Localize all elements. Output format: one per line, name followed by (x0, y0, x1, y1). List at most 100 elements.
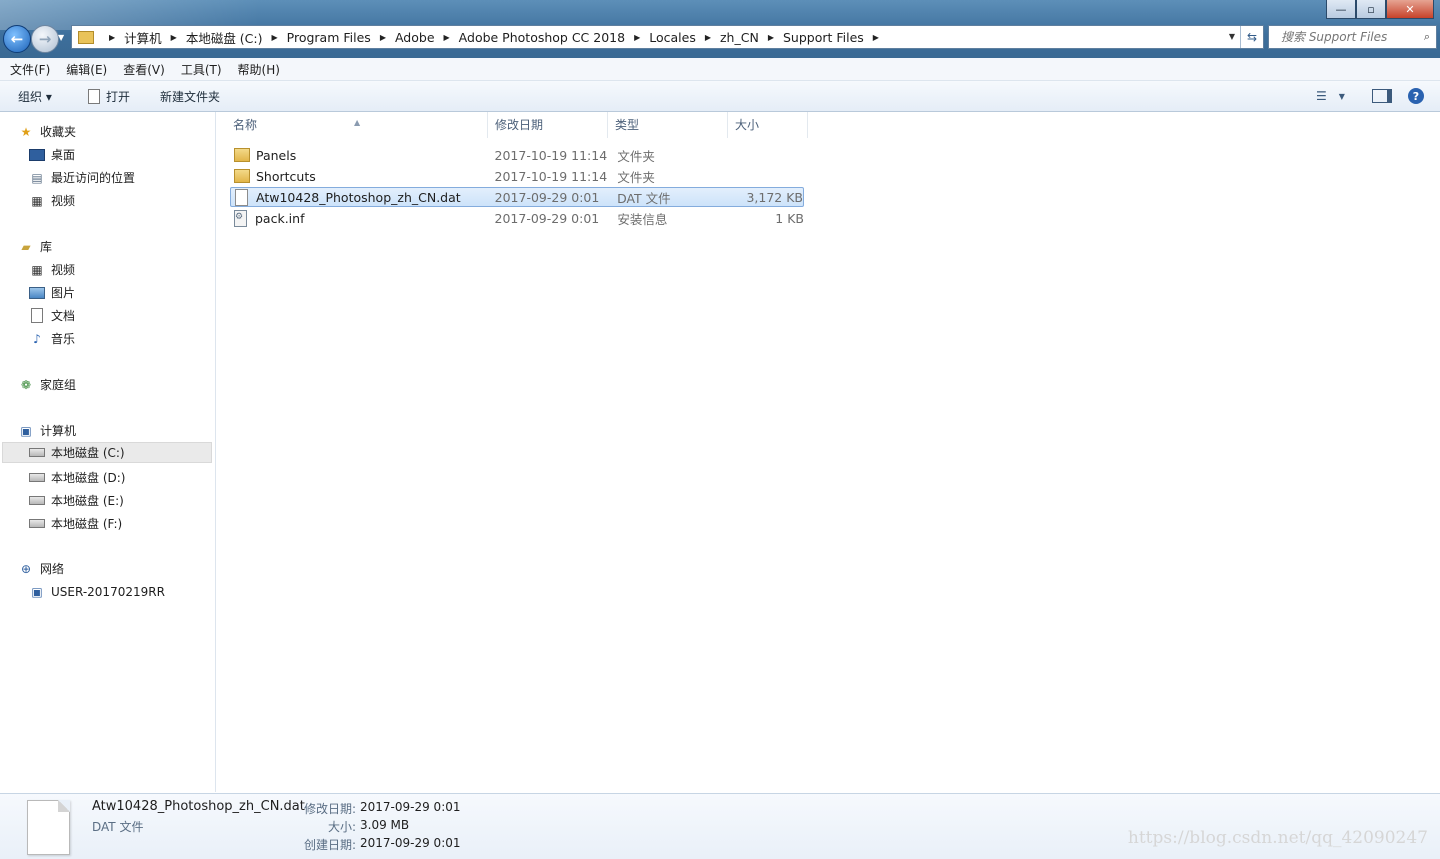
sidebar-item-label: 图片 (51, 286, 76, 300)
network-icon: ⊕ (20, 561, 32, 576)
forward-button[interactable]: → (31, 25, 59, 53)
sidebar-item-recent-places[interactable]: ▤ 最近访问的位置 (29, 167, 135, 188)
back-button[interactable]: ← (3, 25, 31, 53)
film-icon: ▦ (31, 262, 43, 277)
search-input[interactable] (1279, 29, 1418, 45)
column-header-size[interactable]: 大小 (728, 112, 808, 138)
search-icon[interactable]: ⌕ (1424, 30, 1430, 44)
breadcrumb-separator-icon[interactable]: ▶ (873, 33, 879, 42)
help-icon: ? (1408, 88, 1424, 104)
details-view-icon: ☰ (1316, 89, 1327, 103)
sidebar-item-label: 计算机 (40, 424, 77, 438)
breadcrumb-item[interactable]: Adobe (395, 30, 435, 45)
sidebar-item-label: 家庭组 (40, 378, 77, 392)
folder-icon (234, 169, 250, 183)
sidebar-item-label: 本地磁盘 (C:) (51, 446, 125, 460)
sidebar-item-libraries[interactable]: ▰ 库 (18, 236, 52, 257)
details-size-value: 3.09 MB (360, 818, 410, 832)
breadcrumb-separator-icon[interactable]: ▶ (768, 33, 774, 42)
breadcrumb-item[interactable]: Support Files (783, 30, 864, 45)
breadcrumb-item[interactable]: zh_CN (720, 30, 759, 45)
sort-ascending-icon: ▲ (354, 118, 361, 127)
navigation-pane: ★ 收藏夹 桌面 ▤ 最近访问的位置 ▦ 视频 ▰ 库 ▦ 视频 图片 文档 ♪… (0, 112, 216, 792)
table-row[interactable]: Panels 2017-10-19 11:14 文件夹 (230, 145, 804, 165)
sidebar-item-drive-c[interactable]: 本地磁盘 (C:) (2, 442, 212, 463)
organize-button[interactable]: 组织 ▾ (18, 88, 52, 105)
help-button[interactable]: ? (1408, 86, 1424, 106)
breadcrumb-item[interactable]: Adobe Photoshop CC 2018 (459, 30, 625, 45)
sidebar-item-label: 文档 (51, 309, 76, 323)
preview-pane-icon (1372, 89, 1392, 103)
column-header-type[interactable]: 类型 (608, 112, 728, 138)
file-date: 2017-09-29 0:01 (494, 189, 600, 205)
sidebar-item-desktop[interactable]: 桌面 (29, 144, 75, 165)
sidebar-item-videos[interactable]: ▦ 视频 (29, 259, 75, 280)
menu-help[interactable]: 帮助(H) (238, 61, 280, 78)
sidebar-item-videos-favorite[interactable]: ▦ 视频 (29, 190, 75, 211)
organize-label: 组织 ▾ (18, 90, 52, 104)
file-thumbnail-icon (27, 800, 70, 855)
homegroup-icon: ❁ (20, 377, 32, 392)
folder-icon (78, 30, 94, 44)
sidebar-item-drive-d[interactable]: 本地磁盘 (D:) (29, 467, 125, 488)
sidebar-item-network[interactable]: ⊕ 网络 (18, 558, 64, 579)
sidebar-item-label: 最近访问的位置 (51, 171, 136, 185)
file-date: 2017-09-29 0:01 (494, 210, 600, 226)
refresh-icon: ⇆ (1246, 30, 1258, 44)
maximize-button[interactable]: ▫ (1356, 0, 1386, 19)
arrow-right-icon: → (38, 30, 52, 48)
sidebar-item-documents[interactable]: 文档 (29, 305, 75, 326)
preview-pane-button[interactable] (1372, 86, 1392, 106)
sidebar-item-network-computer[interactable]: ▣ USER-20170219RR (29, 581, 165, 602)
sidebar-item-homegroup[interactable]: ❁ 家庭组 (18, 374, 76, 395)
details-file-type: DAT 文件 (92, 820, 144, 834)
breadcrumb-separator-icon[interactable]: ▶ (444, 33, 450, 42)
breadcrumb-separator-icon[interactable]: ▶ (109, 33, 115, 42)
column-header-date[interactable]: 修改日期 (488, 112, 608, 138)
drive-icon (29, 517, 45, 531)
table-row[interactable]: Shortcuts 2017-10-19 11:14 文件夹 (230, 166, 804, 186)
sidebar-item-music[interactable]: ♪ 音乐 (29, 328, 75, 349)
minimize-button[interactable]: — (1326, 0, 1356, 19)
breadcrumb-item[interactable]: Program Files (287, 30, 371, 45)
breadcrumb-item[interactable]: Locales (649, 30, 696, 45)
music-note-icon: ♪ (33, 331, 41, 346)
breadcrumb-item[interactable]: 本地磁盘 (C:) (186, 28, 263, 47)
breadcrumb-separator-icon[interactable]: ▶ (380, 33, 386, 42)
details-modified-label: 修改日期: (303, 802, 356, 816)
sidebar-item-label: 本地磁盘 (E:) (51, 494, 124, 508)
sidebar-item-drive-e[interactable]: 本地磁盘 (E:) (29, 490, 124, 511)
address-bar[interactable]: ▶ 计算机 ▶ 本地磁盘 (C:) ▶ Program Files ▶ Adob… (71, 25, 1264, 49)
breadcrumb-separator-icon[interactable]: ▶ (171, 33, 177, 42)
recent-pages-dropdown[interactable]: ▼ (58, 33, 64, 42)
drive-icon (29, 446, 45, 460)
menu-tools[interactable]: 工具(T) (181, 61, 222, 78)
open-button[interactable]: 打开 (88, 88, 130, 105)
table-row-selected[interactable]: Atw10428_Photoshop_zh_CN.dat 2017-09-29 … (230, 187, 804, 207)
column-header-label: 大小 (735, 118, 760, 132)
breadcrumb-item[interactable]: 计算机 (124, 28, 162, 47)
sidebar-item-drive-f[interactable]: 本地磁盘 (F:) (29, 513, 122, 534)
file-name: Panels (256, 147, 297, 163)
breadcrumb-separator-icon[interactable]: ▶ (705, 33, 711, 42)
view-options-button[interactable]: ☰ ▼ (1316, 86, 1345, 106)
close-button[interactable]: ✕ (1386, 0, 1434, 19)
menu-edit[interactable]: 编辑(E) (66, 61, 107, 78)
sidebar-item-label: USER-20170219RR (51, 584, 165, 599)
new-folder-button[interactable]: 新建文件夹 (160, 88, 220, 105)
sidebar-item-label: 视频 (51, 194, 76, 208)
menu-view[interactable]: 查看(V) (123, 61, 165, 78)
inf-file-icon (234, 209, 247, 227)
address-history-dropdown[interactable]: ▼ (1229, 32, 1235, 41)
breadcrumb-separator-icon[interactable]: ▶ (272, 33, 278, 42)
breadcrumb-separator-icon[interactable]: ▶ (634, 33, 640, 42)
search-box: ⌕ (1268, 25, 1437, 49)
column-header-name[interactable]: 名称 ▲ (216, 112, 488, 138)
refresh-button[interactable]: ⇆ (1240, 26, 1263, 48)
sidebar-item-computer[interactable]: ▣ 计算机 (18, 420, 76, 441)
sidebar-item-pictures[interactable]: 图片 (29, 282, 75, 303)
sidebar-item-favorites[interactable]: ★ 收藏夹 (18, 121, 76, 142)
computer-icon: ▣ (31, 584, 43, 599)
menu-file[interactable]: 文件(F) (10, 61, 50, 78)
table-row[interactable]: pack.inf 2017-09-29 0:01 安装信息 1 KB (230, 208, 804, 228)
